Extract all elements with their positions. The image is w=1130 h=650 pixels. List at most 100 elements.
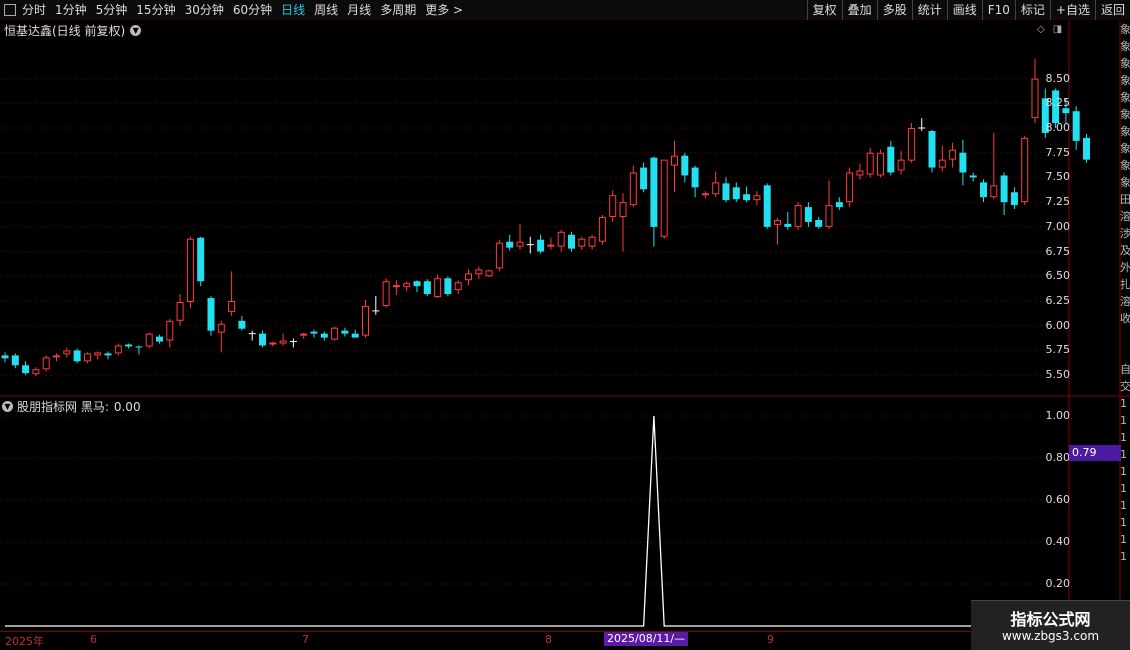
- stock-name-period: 恒基达鑫(日线 前复权): [4, 24, 126, 38]
- candle-body-down: [928, 130, 936, 168]
- candle-body-down: [763, 185, 771, 227]
- candle-body-down: [743, 194, 751, 201]
- tab-weekly[interactable]: 周线: [314, 0, 338, 20]
- indicator-name: 股朋指标网 黑马:: [17, 400, 109, 414]
- candle-body-down: [259, 333, 266, 346]
- candle-body-up: [825, 205, 833, 227]
- right-strip-char: 象: [1120, 142, 1130, 155]
- watermark-url: www.zbgs3.com: [1001, 629, 1100, 643]
- candle-body-up: [362, 305, 369, 336]
- candle-body-up: [454, 282, 462, 291]
- tab-daily[interactable]: 日线: [281, 0, 305, 20]
- right-strip-char: 自: [1120, 363, 1130, 376]
- indicator-value: 0.00: [113, 399, 141, 414]
- tab-1min[interactable]: 1分钟: [55, 0, 87, 20]
- right-strip-char: 1: [1120, 499, 1127, 512]
- candle-body-up: [63, 350, 71, 355]
- top-toolbar: 分时 1分钟 5分钟 15分钟 30分钟 60分钟 日线 周线 月线 多周期 更…: [0, 0, 1130, 20]
- candle-body-down: [22, 365, 30, 374]
- candle-body-down: [197, 237, 205, 282]
- candle-body-up: [753, 195, 761, 201]
- candle-body-down: [104, 353, 112, 356]
- price-label: 6.75: [1045, 244, 1071, 258]
- restore-rights-button[interactable]: 复权: [806, 0, 842, 20]
- candle-body-up: [475, 269, 483, 275]
- candle-body-up: [619, 202, 627, 217]
- tab-fenshi[interactable]: 分时: [22, 0, 46, 20]
- indicator-label: 0.40: [1045, 535, 1071, 548]
- watermark: 指标公式网 www.zbgs3.com: [971, 600, 1130, 650]
- candle-body-down: [980, 182, 987, 198]
- right-strip-char: 溶: [1120, 210, 1130, 223]
- candle-body-up: [434, 278, 442, 298]
- right-strip-char: 象: [1120, 159, 1130, 172]
- window-square-icon[interactable]: [4, 4, 16, 16]
- add-watchlist-button[interactable]: +自选: [1049, 0, 1095, 20]
- diamond-icon[interactable]: ◇: [1037, 24, 1045, 35]
- candle-body-down: [1000, 175, 1008, 203]
- tab-monthly[interactable]: 月线: [347, 0, 371, 20]
- candle-body-up: [331, 327, 339, 340]
- candle-body-down: [1010, 192, 1018, 206]
- chevron-down-icon[interactable]: ▼: [2, 401, 13, 412]
- candle-body-up: [701, 193, 709, 196]
- right-strip-char: 象: [1120, 74, 1130, 87]
- right-strip-char: 扎: [1120, 278, 1130, 291]
- chevron-down-icon[interactable]: ▼: [130, 25, 142, 36]
- candle-body-up: [42, 357, 50, 370]
- indicator-label: 0.80: [1045, 451, 1071, 464]
- overlay-button[interactable]: 叠加: [841, 0, 877, 20]
- price-label: 5.50: [1045, 368, 1071, 382]
- candle-body-up: [547, 244, 555, 247]
- indicator-title[interactable]: ▼ 股朋指标网 黑马: 0.00: [2, 398, 141, 415]
- panel-toggle-icon[interactable]: ◨: [1053, 24, 1062, 35]
- candle-body-down: [722, 183, 730, 201]
- right-strip-char: 涉: [1120, 227, 1130, 240]
- tab-60min[interactable]: 60分钟: [233, 0, 272, 20]
- candle-body-down: [125, 344, 133, 347]
- draw-line-button[interactable]: 画线: [946, 0, 982, 20]
- date-axis: 2025年 6 7 8 9 2025/08/11/—: [0, 631, 1130, 650]
- main-chart-title[interactable]: 恒基达鑫(日线 前复权) ▼: [4, 22, 142, 39]
- f10-button[interactable]: F10: [981, 0, 1015, 20]
- tab-15min[interactable]: 15分钟: [136, 0, 175, 20]
- candle-body-up: [83, 353, 91, 362]
- candle-body-down: [238, 320, 246, 329]
- indicator-line: [5, 415, 1087, 627]
- candle-body-up: [516, 241, 524, 247]
- candle-body-down: [413, 281, 421, 287]
- candle-body-up: [53, 355, 60, 358]
- candle-body-up: [671, 155, 678, 166]
- tab-30min[interactable]: 30分钟: [185, 0, 224, 20]
- right-strip-char: 1: [1120, 516, 1127, 529]
- panel-icons: ◇ ◨: [1037, 24, 1062, 35]
- candle-body-down: [310, 331, 318, 334]
- price-label: 8.25: [1045, 96, 1071, 110]
- candle-body-up: [598, 216, 606, 242]
- multi-stock-button[interactable]: 多股: [876, 0, 912, 20]
- tab-multi-period[interactable]: 多周期: [380, 0, 416, 20]
- candle-body-down: [835, 202, 843, 208]
- statistics-button[interactable]: 统计: [911, 0, 947, 20]
- candle-body-down: [804, 207, 812, 222]
- candle-body-up: [609, 195, 617, 217]
- right-strip-char: 1: [1120, 482, 1127, 495]
- candle-body-down: [650, 157, 658, 227]
- candle-body-down: [681, 155, 689, 176]
- right-strip-char: 1: [1120, 550, 1127, 563]
- candle-body-up: [846, 172, 854, 203]
- price-label: 8.00: [1045, 121, 1071, 134]
- candle-body-down: [11, 355, 19, 366]
- tab-more[interactable]: 更多 >: [425, 0, 463, 20]
- mark-button[interactable]: 标记: [1014, 0, 1050, 20]
- back-button[interactable]: 返回: [1094, 0, 1130, 20]
- candle-body-down: [568, 234, 575, 249]
- candle-body-down: [73, 350, 81, 362]
- chart-canvas[interactable]: [0, 0, 1130, 650]
- tab-5min[interactable]: 5分钟: [96, 0, 128, 20]
- candle-body-up: [269, 342, 277, 345]
- candle-body-up: [300, 333, 308, 336]
- candle-body-up: [938, 159, 946, 168]
- right-strip-char: 象: [1120, 40, 1130, 53]
- candle-body-up: [176, 301, 184, 321]
